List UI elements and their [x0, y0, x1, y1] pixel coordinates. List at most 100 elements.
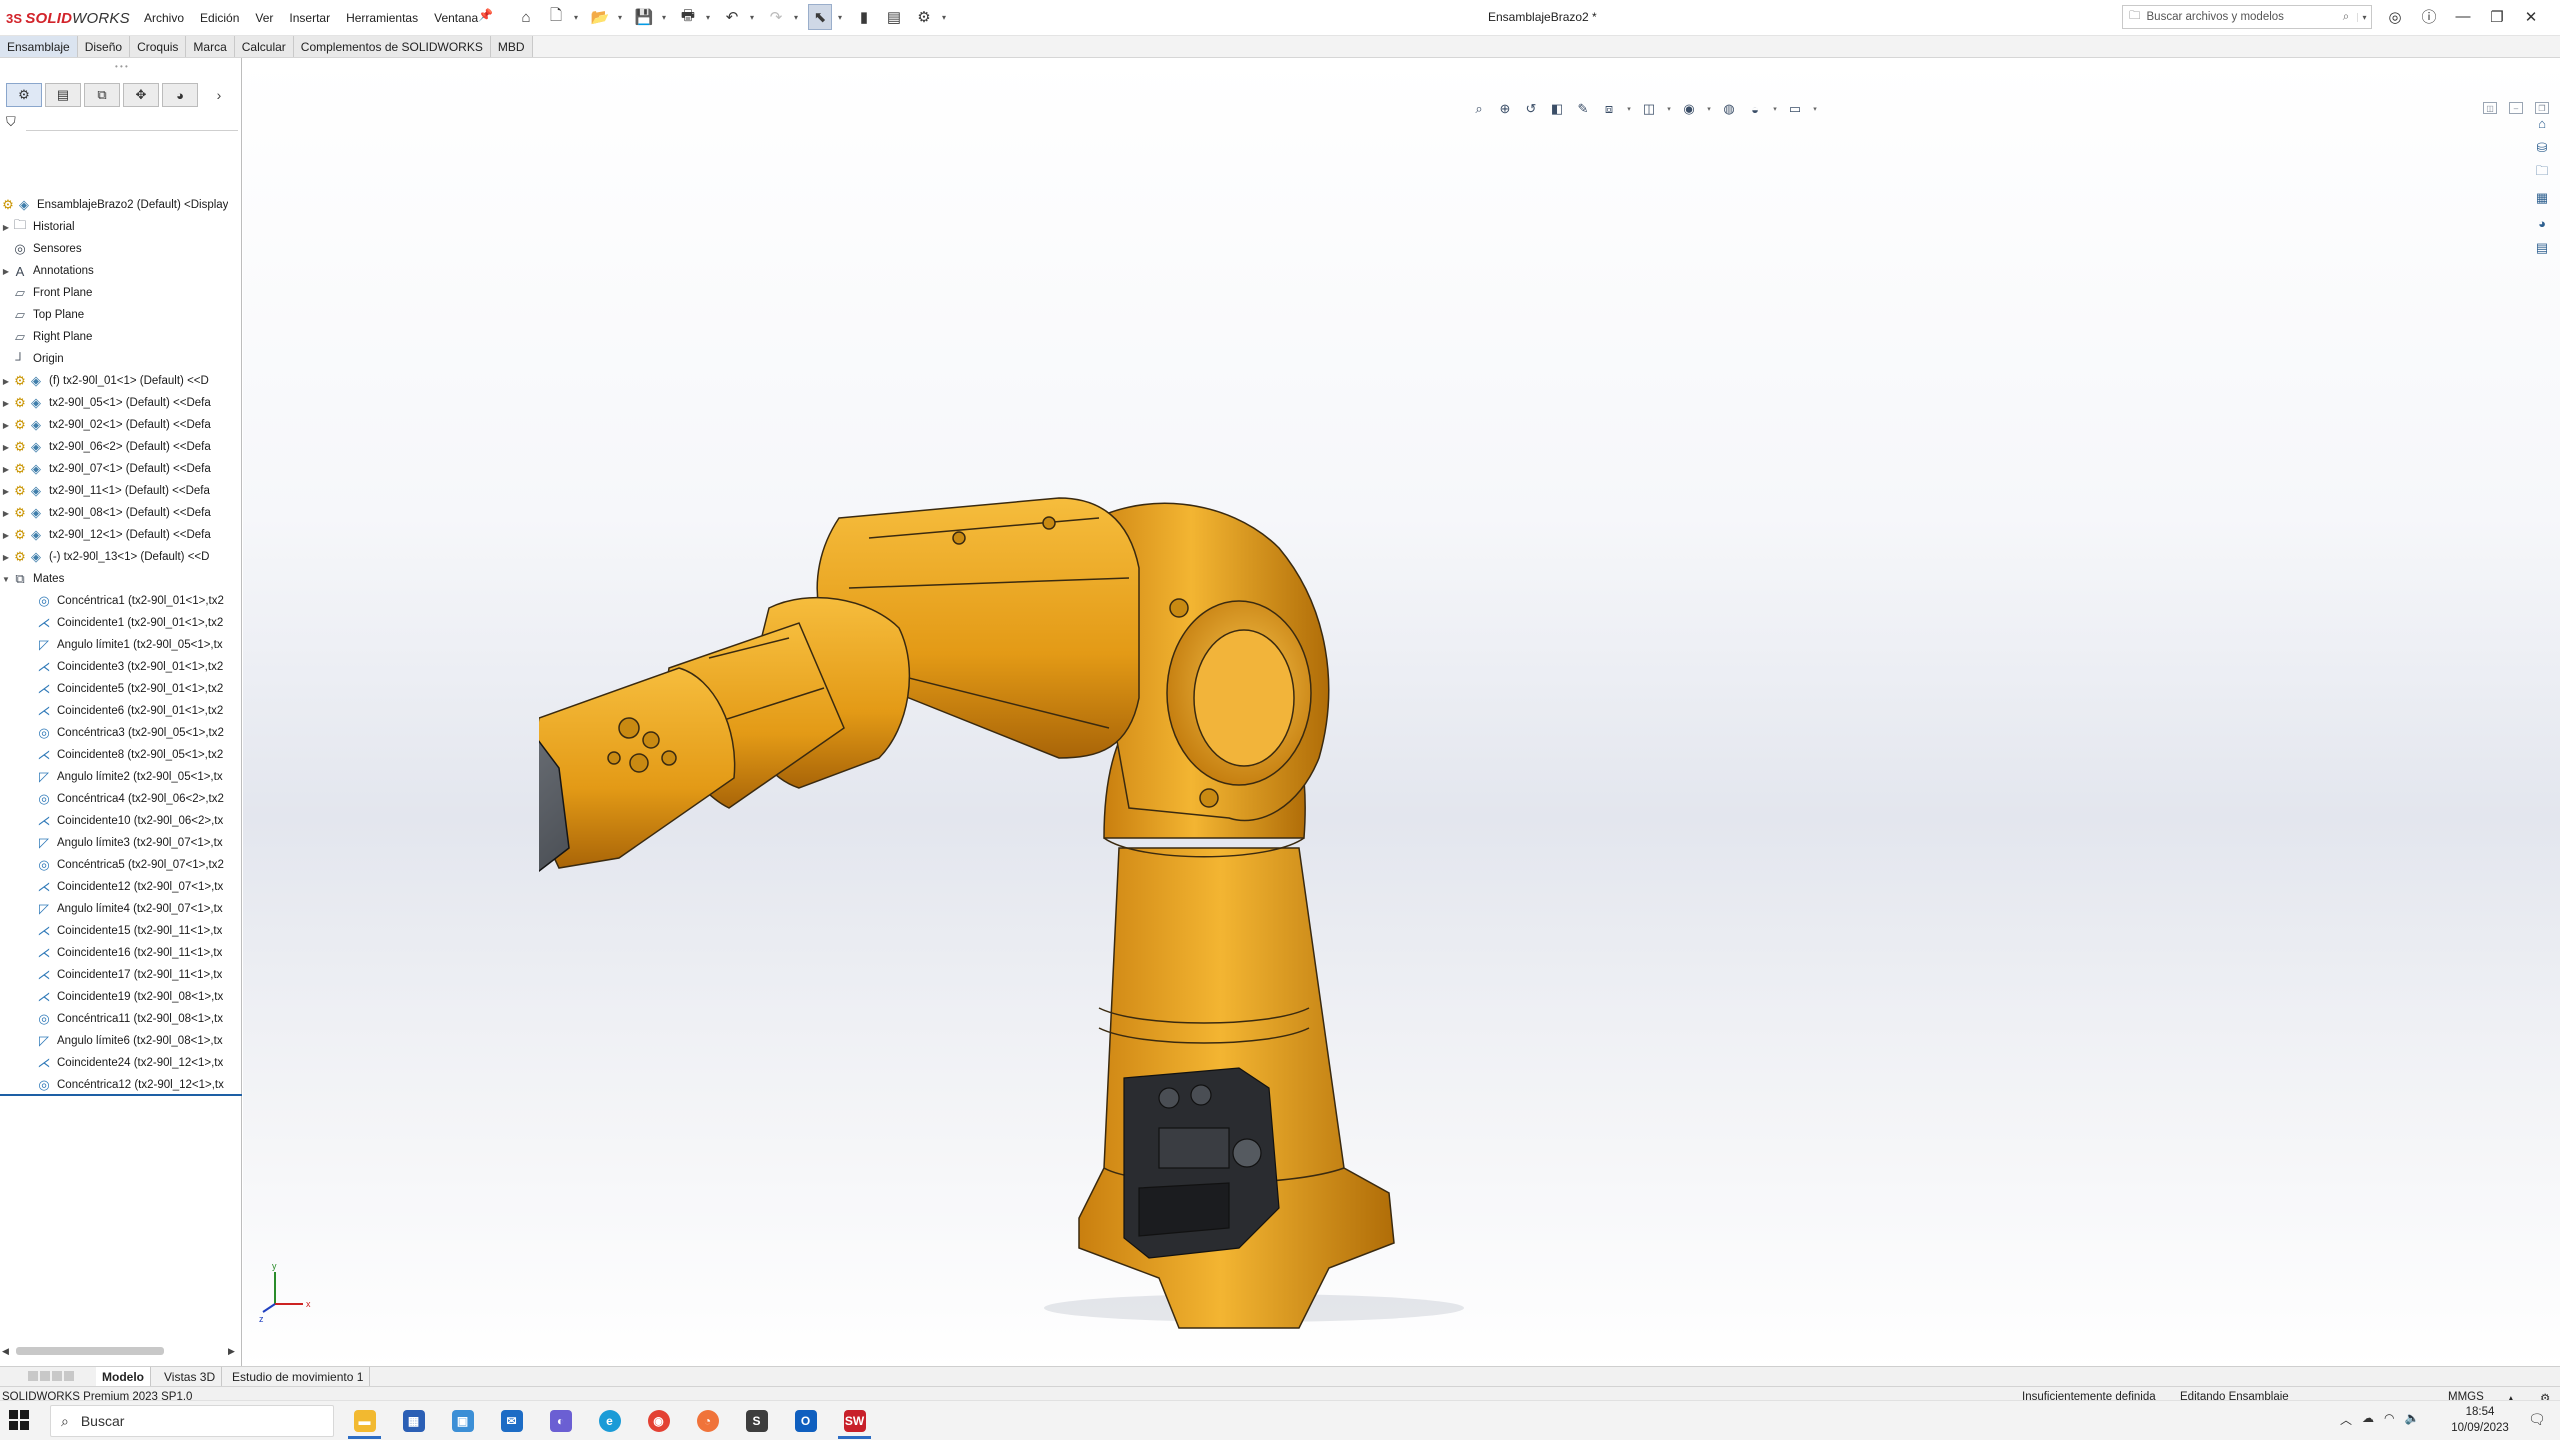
- mate-item[interactable]: ⋌ Coincidente1 (tx2-90l_01<1>,tx2: [0, 612, 242, 634]
- previous-view-icon[interactable]: ↺: [1521, 99, 1541, 119]
- mate-item[interactable]: ◎ Concéntrica5 (tx2-90l_07<1>,tx2: [0, 854, 242, 876]
- account-icon[interactable]: ◎: [2382, 8, 2408, 26]
- chevron-down-icon[interactable]: ▾: [2357, 12, 2371, 22]
- mate-item[interactable]: ⋌ Coincidente6 (tx2-90l_01<1>,tx2: [0, 700, 242, 722]
- mail-app-icon[interactable]: ✉: [487, 1403, 536, 1439]
- expand-toggle-icon[interactable]: ▶: [0, 399, 12, 408]
- display-style-icon[interactable]: ◫: [1639, 99, 1659, 119]
- menu-archivo[interactable]: Archivo: [136, 8, 192, 28]
- network-icon[interactable]: ◠: [2384, 1411, 2394, 1428]
- tree-item[interactable]: ▶ ⚙ ◈ tx2-90l_07<1> (Default) <<Defa: [0, 458, 242, 480]
- chevron-right-icon[interactable]: ›: [209, 87, 229, 103]
- open-folder-icon[interactable]: 📂: [588, 4, 612, 30]
- tab-complementos[interactable]: Complementos de SOLIDWORKS: [293, 36, 491, 57]
- print-icon[interactable]: 🖶: [676, 4, 700, 30]
- view-settings-icon[interactable]: ▭: [1785, 99, 1805, 119]
- chevron-up-icon[interactable]: ︿: [2340, 1411, 2352, 1428]
- sublime-app-icon[interactable]: S: [732, 1403, 781, 1439]
- scroll-right-icon[interactable]: ▶: [228, 1346, 235, 1357]
- mate-item[interactable]: ⋌ Coincidente10 (tx2-90l_06<2>,tx: [0, 810, 242, 832]
- edge-app-icon[interactable]: e: [585, 1403, 634, 1439]
- expand-toggle-icon[interactable]: ▶: [0, 443, 12, 452]
- menu-edicion[interactable]: Edición: [192, 8, 247, 28]
- viewport-split-icon[interactable]: ◫: [2483, 102, 2497, 114]
- tree-item[interactable]: ▶ ⚙ ◈ (-) tx2-90l_13<1> (Default) <<D: [0, 546, 242, 568]
- expand-toggle-icon[interactable]: ▶: [0, 421, 12, 430]
- zoom-to-area-icon[interactable]: ⊕: [1495, 99, 1515, 119]
- scroll-thumb[interactable]: [16, 1347, 164, 1355]
- chevron-down-icon[interactable]: ▾: [662, 13, 670, 22]
- onedrive-icon[interactable]: ☁: [2362, 1411, 2374, 1428]
- chevron-down-icon[interactable]: ▾: [618, 13, 626, 22]
- tree-item[interactable]: ▶ ⚙ ◈ tx2-90l_06<2> (Default) <<Defa: [0, 436, 242, 458]
- tab-mbd[interactable]: MBD: [490, 36, 533, 57]
- mate-item[interactable]: ◸ Ángulo límite2 (tx2-90l_05<1>,tx: [0, 766, 242, 788]
- taskbar-search-input[interactable]: ⌕ Buscar: [50, 1405, 334, 1437]
- file-properties-icon[interactable]: ▤: [882, 4, 906, 30]
- expand-toggle-icon[interactable]: ▶: [0, 267, 12, 276]
- windows-start-icon[interactable]: [8, 1409, 30, 1431]
- tree-item[interactable]: ▶ ⚙ ◈ tx2-90l_12<1> (Default) <<Defa: [0, 524, 242, 546]
- new-document-icon[interactable]: 🗋: [544, 4, 568, 30]
- robot-arm-model[interactable]: [539, 428, 1879, 1348]
- chevron-down-icon[interactable]: ▾: [750, 13, 758, 22]
- view-palette-icon[interactable]: ▦: [2531, 187, 2553, 209]
- tree-item[interactable]: ▶ A Annotations: [0, 260, 242, 282]
- restore-icon[interactable]: ❐: [2484, 8, 2510, 26]
- tree-item[interactable]: ▼ ⧉ Mates: [0, 568, 242, 590]
- taskbar-clock[interactable]: 18:54 10/09/2023: [2440, 1404, 2520, 1436]
- solidworks-resources-icon[interactable]: ⌂: [2531, 112, 2553, 134]
- expand-toggle-icon[interactable]: ▶: [0, 223, 12, 232]
- redo-icon[interactable]: ↷: [764, 4, 788, 30]
- tab-navigation[interactable]: [28, 1371, 88, 1383]
- solidworks-logo[interactable]: 3S SOLID WORKS: [6, 6, 130, 30]
- tree-item[interactable]: ▶ ⚙ ◈ tx2-90l_05<1> (Default) <<Defa: [0, 392, 242, 414]
- tree-item[interactable]: ▱ Right Plane: [0, 326, 242, 348]
- chevron-down-icon[interactable]: ▾: [942, 13, 950, 22]
- mate-item[interactable]: ◸ Ángulo límite6 (tx2-90l_08<1>,tx: [0, 1030, 242, 1052]
- tab-marca[interactable]: Marca: [186, 36, 235, 57]
- tab-vistas-3d[interactable]: Vistas 3D: [158, 1367, 223, 1387]
- notification-icon[interactable]: 🗨: [2528, 1411, 2546, 1428]
- design-library-icon[interactable]: ⛁: [2531, 137, 2553, 159]
- minimize-icon[interactable]: —: [2450, 8, 2476, 25]
- chrome-app-icon[interactable]: ◉: [634, 1403, 683, 1439]
- expand-toggle-icon[interactable]: ▶: [0, 553, 12, 562]
- hide-show-items-icon[interactable]: ◉: [1679, 99, 1699, 119]
- viewport-minimize-icon[interactable]: –: [2509, 102, 2523, 114]
- chevron-down-icon[interactable]: ▾: [574, 13, 582, 22]
- tree-item[interactable]: ┘ Origin: [0, 348, 242, 370]
- dynamic-annotation-icon[interactable]: ✎: [1573, 99, 1593, 119]
- tree-item[interactable]: ▶ 🗀 Historial: [0, 216, 242, 238]
- mate-item[interactable]: ◎ Concéntrica12 (tx2-90l_12<1>,tx: [0, 1074, 242, 1094]
- expand-toggle-icon[interactable]: ▶: [0, 487, 12, 496]
- chevron-down-icon[interactable]: ▾: [706, 13, 714, 22]
- chevron-down-icon[interactable]: ▾: [1811, 99, 1819, 119]
- expand-toggle-icon[interactable]: ▼: [0, 575, 12, 584]
- mate-item[interactable]: ⋌ Coincidente24 (tx2-90l_12<1>,tx: [0, 1052, 242, 1074]
- appearances-icon[interactable]: ◕: [2531, 212, 2553, 234]
- chevron-down-icon[interactable]: ▾: [1625, 99, 1633, 119]
- mate-item[interactable]: ⋌ Coincidente5 (tx2-90l_01<1>,tx2: [0, 678, 242, 700]
- menu-herramientas[interactable]: Herramientas: [338, 8, 426, 28]
- mate-item[interactable]: ⋌ Coincidente17 (tx2-90l_11<1>,tx: [0, 964, 242, 986]
- select-cursor-icon[interactable]: ⬉: [808, 4, 832, 30]
- tab-diseno[interactable]: Diseño: [77, 36, 131, 57]
- panel-grip[interactable]: • • •: [115, 62, 128, 71]
- tree-item[interactable]: ▱ Top Plane: [0, 304, 242, 326]
- tree-item[interactable]: ▶ ⚙ ◈ (f) tx2-90l_01<1> (Default) <<D: [0, 370, 242, 392]
- mate-item[interactable]: ◸ Ángulo límite1 (tx2-90l_05<1>,tx: [0, 634, 242, 656]
- mate-item[interactable]: ◎ Concéntrica4 (tx2-90l_06<2>,tx2: [0, 788, 242, 810]
- chevron-down-icon[interactable]: ▾: [838, 13, 846, 22]
- store-app-icon[interactable]: ▦: [389, 1403, 438, 1439]
- tree-item[interactable]: ◎ Sensores: [0, 238, 242, 260]
- configuration-manager-tab-icon[interactable]: ⧉: [84, 83, 120, 107]
- expand-toggle-icon[interactable]: ▶: [0, 509, 12, 518]
- outlook-app-icon[interactable]: O: [781, 1403, 830, 1439]
- mate-item[interactable]: ⋌ Coincidente12 (tx2-90l_07<1>,tx: [0, 876, 242, 898]
- tree-item[interactable]: ▶ ⚙ ◈ tx2-90l_08<1> (Default) <<Defa: [0, 502, 242, 524]
- graphics-area[interactable]: ⌕ ⊕ ↺ ◧ ✎ ⧈▾ ◫▾ ◉▾ ◍ ◒▾ ▭▾ ◫ – ❐ ✕ ⌂ ⛁ 🗀…: [243, 58, 2560, 1368]
- chevron-down-icon[interactable]: ▾: [794, 13, 802, 22]
- home-icon[interactable]: ⌂: [514, 4, 538, 30]
- apply-scene-icon[interactable]: ◒: [1745, 99, 1765, 119]
